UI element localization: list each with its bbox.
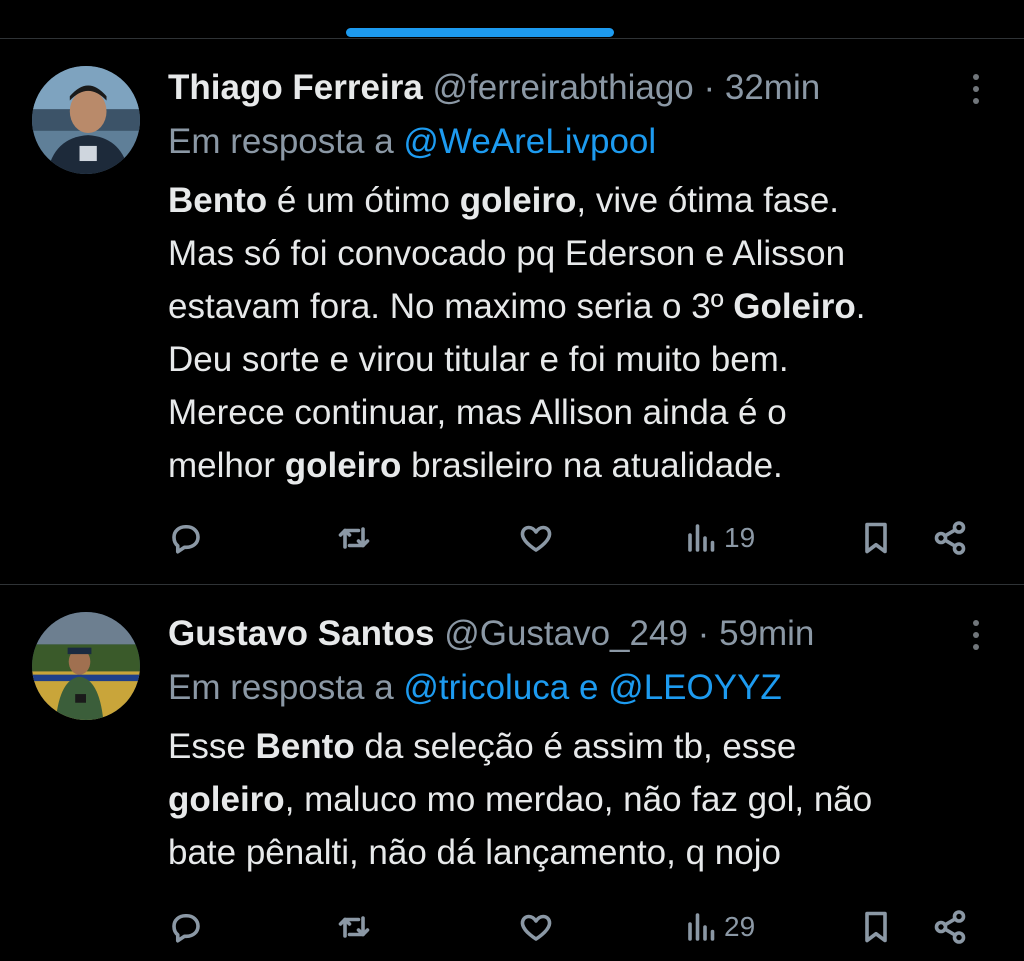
highlighted-term: Bento bbox=[255, 727, 355, 766]
retweet-button[interactable] bbox=[336, 905, 372, 949]
retweet-icon bbox=[338, 527, 370, 549]
body-text-segment: Deu sorte e virou titular e foi muito be… bbox=[168, 340, 789, 379]
tweet-body-line: Merece continuar, mas Allison ainda é o bbox=[168, 386, 994, 439]
highlighted-term: Goleiro bbox=[733, 287, 856, 326]
share-icon bbox=[934, 910, 966, 944]
body-text-segment: é um ótimo bbox=[267, 181, 460, 220]
highlighted-term: goleiro bbox=[459, 181, 577, 220]
more-vertical-icon[interactable] bbox=[966, 620, 986, 656]
tweet-body-line: Mas só foi convocado pq Ederson e Alisso… bbox=[168, 227, 994, 280]
reply-prefix: Em resposta a bbox=[168, 122, 394, 161]
body-text-segment: , maluco mo merdao, não faz gol, não bbox=[284, 780, 873, 819]
share-icon bbox=[934, 521, 966, 555]
tweet-body-line: estavam fora. No maximo seria o 3º Golei… bbox=[168, 280, 994, 333]
body-text-segment: Mas só foi convocado pq Ederson e Alisso… bbox=[168, 234, 846, 273]
body-text-segment: melhor bbox=[168, 446, 285, 485]
tweet-2[interactable]: Gustavo Santos @Gustavo_249 · 59min Em r… bbox=[0, 586, 1024, 961]
tweet-body-line: Esse Bento da seleção é assim tb, esse bbox=[168, 720, 994, 773]
author-name[interactable]: Thiago Ferreira bbox=[168, 68, 423, 107]
highlighted-term: goleiro bbox=[284, 446, 402, 485]
header-separator: · bbox=[703, 68, 716, 107]
heart-icon bbox=[520, 914, 552, 941]
tweet-actions: 29 bbox=[168, 905, 974, 949]
body-text-segment: . bbox=[855, 287, 866, 326]
tweet-timestamp[interactable]: 32min bbox=[725, 68, 820, 107]
reply-mention-link[interactable]: @WeAreLivpool bbox=[403, 122, 656, 161]
reply-icon bbox=[172, 524, 200, 554]
body-text-segment: , vive ótima fase. bbox=[576, 181, 840, 220]
views-button[interactable]: 19 bbox=[684, 516, 755, 560]
tweet-header: Thiago Ferreira @ferreirabthiago · 32min bbox=[168, 66, 924, 110]
views-bar-icon bbox=[688, 913, 715, 941]
reply-icon bbox=[172, 913, 200, 943]
body-text-segment: estavam fora. No maximo seria o 3º bbox=[168, 287, 734, 326]
tweet-body-line: melhor goleiro brasileiro na atualidade. bbox=[168, 439, 994, 492]
tweet-actions: 19 bbox=[168, 516, 974, 560]
bookmark-button[interactable] bbox=[858, 516, 894, 560]
tweet-body: Esse Bento da seleção é assim tb, esse go… bbox=[168, 720, 994, 879]
reply-button[interactable] bbox=[168, 516, 204, 560]
views-bar-icon bbox=[688, 524, 715, 552]
reply-context: Em resposta a @WeAreLivpool bbox=[168, 120, 994, 164]
share-button[interactable] bbox=[932, 516, 968, 560]
header-separator: · bbox=[697, 614, 710, 653]
body-text-segment: brasileiro na atualidade. bbox=[401, 446, 783, 485]
avatar[interactable] bbox=[32, 66, 140, 174]
views-button[interactable]: 29 bbox=[684, 905, 755, 949]
retweet-icon bbox=[338, 916, 370, 938]
like-button[interactable] bbox=[518, 905, 554, 949]
tweet-1[interactable]: Thiago Ferreira @ferreirabthiago · 32min… bbox=[0, 40, 1024, 585]
highlighted-term: Bento bbox=[168, 181, 268, 220]
bookmark-icon bbox=[865, 522, 887, 554]
share-button[interactable] bbox=[932, 905, 968, 949]
avatar-image bbox=[32, 612, 140, 720]
body-text-segment: da seleção é assim tb, esse bbox=[354, 727, 797, 766]
heart-icon bbox=[520, 525, 552, 552]
avatar[interactable] bbox=[32, 612, 140, 720]
views-count: 19 bbox=[724, 522, 756, 553]
tweet-body-line: goleiro, maluco mo merdao, não faz gol, … bbox=[168, 773, 994, 826]
author-handle[interactable]: @Gustavo_249 bbox=[444, 614, 688, 653]
top-divider bbox=[0, 38, 1024, 39]
tweet-body: Bento é um ótimo goleiro, vive ótima fas… bbox=[168, 174, 994, 492]
tweet-header: Gustavo Santos @Gustavo_249 · 59min bbox=[168, 612, 924, 656]
highlighted-term: goleiro bbox=[168, 780, 285, 819]
bookmark-icon bbox=[865, 911, 887, 943]
like-button[interactable] bbox=[518, 516, 554, 560]
views-count: 29 bbox=[724, 911, 756, 942]
reply-context: Em resposta a @tricoluca e @LEOYYZ bbox=[168, 666, 994, 710]
more-vertical-icon[interactable] bbox=[966, 74, 986, 110]
body-text-segment: bate pênalti, não dá lançamento, q nojo bbox=[168, 833, 781, 872]
tweet-body-line: Bento é um ótimo goleiro, vive ótima fas… bbox=[168, 174, 994, 227]
author-name[interactable]: Gustavo Santos bbox=[168, 614, 434, 653]
active-tab-indicator bbox=[346, 28, 614, 37]
reply-mention-link[interactable]: @tricoluca e @LEOYYZ bbox=[403, 668, 781, 707]
tweet-body-line: Deu sorte e virou titular e foi muito be… bbox=[168, 333, 994, 386]
bookmark-button[interactable] bbox=[858, 905, 894, 949]
avatar-image bbox=[32, 66, 140, 174]
tweet-body-line: bate pênalti, não dá lançamento, q nojo bbox=[168, 826, 994, 879]
reply-prefix: Em resposta a bbox=[168, 668, 394, 707]
body-text-segment: Esse bbox=[168, 727, 256, 766]
author-handle[interactable]: @ferreirabthiago bbox=[433, 68, 694, 107]
reply-button[interactable] bbox=[168, 905, 204, 949]
retweet-button[interactable] bbox=[336, 516, 372, 560]
tweet-timestamp[interactable]: 59min bbox=[719, 614, 814, 653]
body-text-segment: Merece continuar, mas Allison ainda é o bbox=[168, 393, 787, 432]
